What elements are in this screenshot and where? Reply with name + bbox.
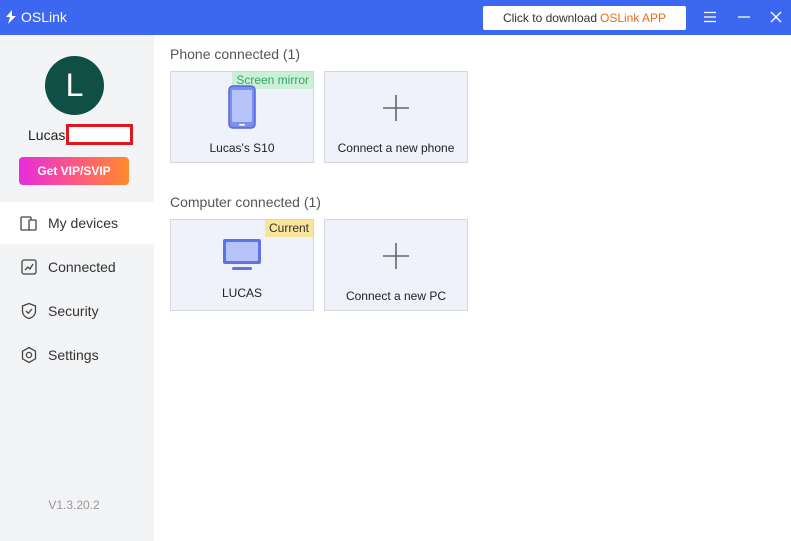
sidebar-item-label: Settings — [48, 347, 99, 363]
monitor-icon — [223, 239, 261, 270]
devices-icon — [20, 216, 37, 231]
plus-icon — [383, 95, 409, 121]
download-accent: OSLink APP — [600, 11, 667, 25]
sidebar-item-label: My devices — [48, 215, 119, 231]
close-icon[interactable] — [768, 9, 784, 25]
plus-icon — [383, 243, 409, 269]
menu-icon[interactable] — [702, 9, 718, 25]
sidebar-item-my-devices[interactable]: My devices — [0, 202, 154, 244]
connected-icon — [21, 259, 37, 275]
avatar[interactable]: L — [45, 56, 104, 115]
get-vip-button[interactable]: Get VIP/SVIP — [19, 157, 129, 185]
connect-new-phone-card[interactable]: Connect a new phone — [324, 71, 468, 163]
sidebar-item-settings[interactable]: Settings — [0, 334, 154, 376]
connect-new-phone-label: Connect a new phone — [337, 141, 455, 155]
sidebar-item-security[interactable]: Security — [0, 290, 154, 332]
gear-icon — [21, 346, 37, 364]
current-badge: Current — [264, 220, 313, 237]
phone-section-title: Phone connected (1) — [170, 46, 300, 62]
sidebar: L Lucas Get VIP/SVIP My devices Connecte… — [0, 35, 154, 541]
sidebar-item-connected[interactable]: Connected — [0, 246, 154, 288]
connect-new-pc-card[interactable]: Connect a new PC — [324, 219, 468, 311]
sidebar-item-label: Security — [48, 303, 99, 319]
download-app-button[interactable]: Click to download OSLink APP — [483, 6, 686, 30]
title-bar: OSLink Click to download OSLink APP — [0, 0, 791, 35]
phone-icon — [228, 85, 256, 129]
shield-icon — [21, 302, 37, 320]
computer-device-name: LUCAS — [221, 286, 262, 300]
computer-device-card[interactable]: Current LUCAS — [170, 219, 314, 311]
app-title: OSLink — [21, 9, 67, 25]
minimize-icon[interactable] — [736, 9, 752, 25]
redaction-box — [66, 124, 133, 145]
oslink-logo-icon — [6, 10, 16, 24]
computer-section-title: Computer connected (1) — [170, 194, 321, 210]
oslink-window: OSLink Click to download OSLink APP L Lu… — [0, 0, 791, 541]
connect-new-pc-label: Connect a new PC — [345, 289, 447, 303]
phone-device-name: Lucas's S10 — [209, 141, 275, 155]
version-label: V1.3.20.2 — [48, 498, 100, 512]
username: Lucas — [28, 127, 66, 143]
sidebar-item-label: Connected — [48, 259, 116, 275]
phone-device-card[interactable]: Screen mirror Lucas's S10 — [170, 71, 314, 163]
download-prefix: Click to download — [502, 11, 597, 25]
